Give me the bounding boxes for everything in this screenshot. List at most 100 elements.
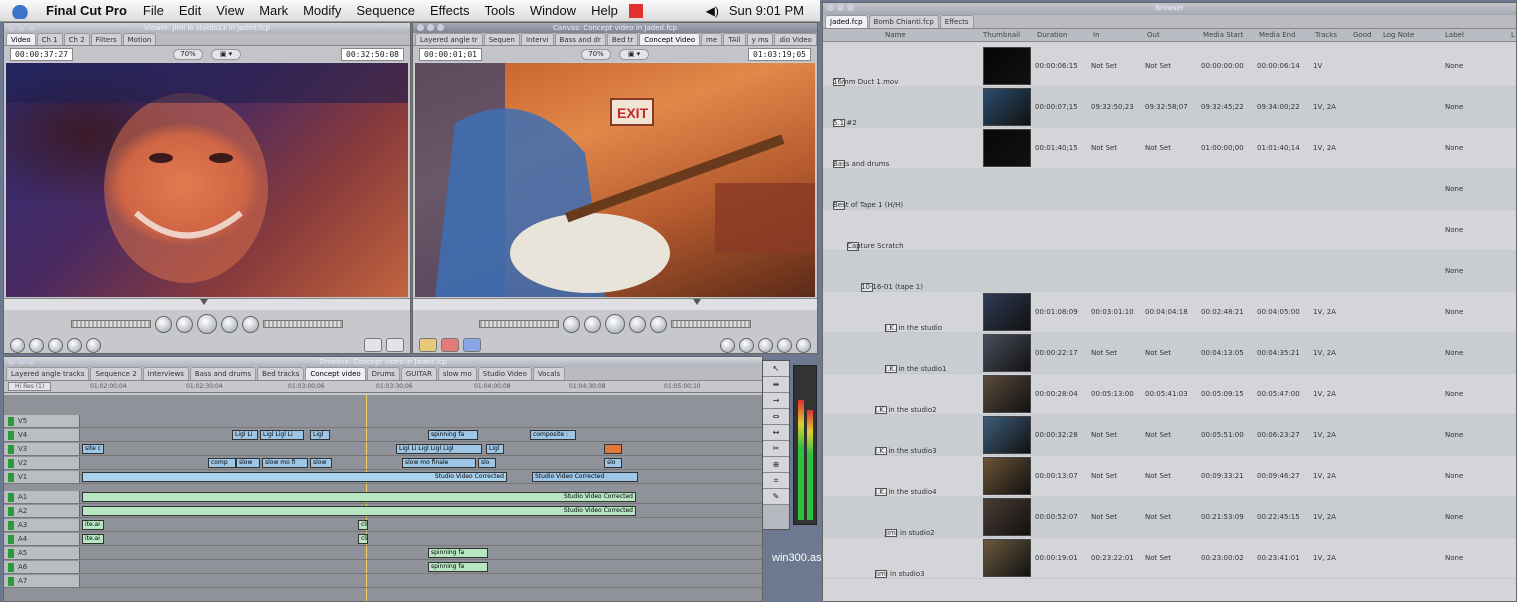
browser-row[interactable]: ▽Best of Tape 1 (H/H)None bbox=[823, 169, 1516, 210]
play-around-icon[interactable] bbox=[629, 315, 646, 333]
browser-row[interactable]: Jimi in studio2 00:00:52:07 Not Set Not Set… bbox=[823, 497, 1516, 538]
apple-icon[interactable] bbox=[10, 2, 30, 19]
timeline-clip[interactable]: comp bbox=[208, 458, 236, 468]
tab-sequence[interactable]: Sequen bbox=[483, 33, 520, 45]
minimize-icon[interactable] bbox=[18, 358, 25, 365]
clip-thumbnail[interactable] bbox=[983, 129, 1031, 167]
tab-interviews[interactable]: Intervi bbox=[520, 33, 554, 45]
mark-in-icon[interactable] bbox=[29, 337, 44, 353]
timeline-clip[interactable]: Ligl Li bbox=[232, 430, 258, 440]
browser-row[interactable]: J.K. in the studio1 00:00:22:17 Not Set Not… bbox=[823, 333, 1516, 374]
clip-thumbnail[interactable] bbox=[983, 457, 1031, 495]
tab-jaded[interactable]: Jaded.fcp bbox=[825, 15, 868, 28]
tab-video[interactable]: Video bbox=[6, 33, 36, 45]
add-marker-icon[interactable] bbox=[777, 337, 792, 353]
minimize-icon[interactable] bbox=[18, 24, 25, 31]
viewer-zoom-popup[interactable]: 70% bbox=[173, 48, 203, 60]
canvas-zoom-popup[interactable]: 70% bbox=[581, 48, 611, 60]
column-header[interactable]: Tracks bbox=[1315, 31, 1337, 39]
timeline-clip[interactable]: ite.ai bbox=[82, 520, 104, 530]
play-around-icon[interactable] bbox=[221, 315, 238, 333]
tab-ch2[interactable]: Ch 2 bbox=[63, 33, 90, 45]
tab-drums[interactable]: Drums bbox=[366, 367, 400, 380]
timeline-clip[interactable] bbox=[604, 444, 622, 454]
browser-row[interactable]: ▽Capture ScratchNone bbox=[823, 210, 1516, 251]
edit-select-tool-icon[interactable]: ⇹ bbox=[763, 377, 789, 393]
tab-bass-drums[interactable]: Bass and dr bbox=[554, 33, 606, 45]
viewer-duration-tc[interactable]: 00:00:37:27 bbox=[10, 47, 73, 61]
selection-tool-icon[interactable]: ↖ bbox=[763, 361, 789, 377]
menu-window[interactable]: Window bbox=[530, 3, 576, 18]
timeline-clip[interactable]: spinning fa bbox=[428, 562, 488, 572]
timeline-clip[interactable]: Studio Video Corrected bbox=[82, 492, 636, 502]
viewer-playhead[interactable] bbox=[200, 299, 208, 305]
column-header[interactable]: L bbox=[1511, 31, 1515, 39]
tab-bed-tracks[interactable]: Bed tracks bbox=[257, 367, 305, 380]
viewer-current-tc[interactable]: 00:32:50:08 bbox=[341, 47, 404, 61]
play-in-out-icon[interactable] bbox=[584, 315, 601, 333]
timeline-clip[interactable]: Ligl bbox=[486, 444, 504, 454]
canvas-current-tc[interactable]: 01:03:19;05 bbox=[748, 47, 811, 61]
viewer-titlebar[interactable]: Viewer: Jimi in studio11 in Jaded.fcp bbox=[4, 23, 410, 33]
tab-slow-mo[interactable]: slow mo bbox=[437, 367, 477, 380]
menu-view[interactable]: View bbox=[216, 3, 244, 18]
column-header[interactable]: Media End bbox=[1259, 31, 1296, 39]
menu-sequence[interactable]: Sequence bbox=[356, 3, 415, 18]
timeline-clip[interactable]: Studio Video Corrected bbox=[82, 506, 636, 516]
app-menu[interactable]: Final Cut Pro bbox=[46, 3, 127, 18]
canvas-scrubber[interactable] bbox=[413, 298, 817, 310]
clip-thumbnail[interactable] bbox=[983, 334, 1031, 372]
canvas-playhead[interactable] bbox=[693, 299, 701, 305]
tab-me[interactable]: me bbox=[701, 33, 723, 45]
tab-bed-tracks[interactable]: Bed tr bbox=[606, 33, 639, 45]
column-header[interactable]: Log Note bbox=[1383, 31, 1414, 39]
menu-effects[interactable]: Effects bbox=[430, 3, 470, 18]
canvas-shuttle[interactable] bbox=[479, 320, 559, 328]
timeline-clip[interactable]: ite.ai bbox=[82, 534, 104, 544]
minimize-icon[interactable] bbox=[427, 24, 434, 31]
menu-help[interactable]: Help bbox=[591, 3, 618, 18]
timeline-clip[interactable]: spinning fa bbox=[428, 548, 488, 558]
menu-mark[interactable]: Mark bbox=[259, 3, 288, 18]
play-in-out-icon[interactable] bbox=[176, 315, 193, 333]
keyframe-icon[interactable] bbox=[796, 337, 811, 353]
tab-filters[interactable]: Filters bbox=[90, 33, 122, 45]
close-icon[interactable] bbox=[8, 358, 15, 365]
timeline-clip[interactable]: Studio Video Corrected bbox=[532, 472, 638, 482]
tab-bomb-chianti[interactable]: Bomb Chianti.fcp bbox=[868, 15, 939, 28]
play-icon[interactable] bbox=[605, 314, 625, 334]
match-frame-icon[interactable] bbox=[10, 337, 25, 353]
overwrite-edit-icon[interactable] bbox=[441, 338, 459, 352]
timeline-clip[interactable]: cli bbox=[358, 534, 368, 544]
timeline-clip[interactable]: slo bbox=[604, 458, 622, 468]
pen-tool-icon[interactable]: ✎ bbox=[763, 489, 789, 505]
zoom-icon[interactable] bbox=[847, 4, 854, 11]
tab-ch1[interactable]: Ch 1 bbox=[36, 33, 63, 45]
clip-thumbnail[interactable] bbox=[983, 88, 1031, 126]
quality-popup[interactable]: Hi Res (1) bbox=[8, 382, 52, 391]
insert-edit-icon[interactable] bbox=[419, 338, 437, 352]
close-icon[interactable] bbox=[8, 24, 15, 31]
next-edit-icon[interactable] bbox=[242, 315, 259, 333]
tab-layered-angle[interactable]: Layered angle tr bbox=[415, 33, 483, 45]
razor-tool-icon[interactable]: ✂ bbox=[763, 441, 789, 457]
tab-guitar[interactable]: GUITAR bbox=[400, 367, 437, 380]
close-icon[interactable] bbox=[827, 4, 834, 11]
clip-thumbnail[interactable] bbox=[983, 539, 1031, 577]
tab-vocals[interactable]: Vocals bbox=[532, 367, 566, 380]
recent-clips-icon[interactable] bbox=[364, 338, 382, 352]
viewer-scrubber[interactable] bbox=[4, 298, 410, 310]
clip-thumbnail[interactable] bbox=[983, 47, 1031, 85]
column-header[interactable]: Out bbox=[1147, 31, 1160, 39]
timeline-clip[interactable]: slow mo fi bbox=[262, 458, 308, 468]
menu-tools[interactable]: Tools bbox=[484, 3, 514, 18]
timeline-clip[interactable]: Studio Video Corrected bbox=[82, 472, 507, 482]
browser-row[interactable]: J.K. in the studio 00:01:08:09 00:03:01:10… bbox=[823, 292, 1516, 333]
tab-concept-video[interactable]: Concept video bbox=[305, 367, 366, 380]
canvas-titlebar[interactable]: Canvas: Concept video in Jaded.fcp bbox=[413, 23, 817, 33]
clip-thumbnail[interactable] bbox=[983, 375, 1031, 413]
desktop-label[interactable]: win300.as bbox=[772, 552, 822, 564]
keyframe-icon[interactable] bbox=[86, 337, 101, 353]
canvas-jog[interactable] bbox=[671, 320, 751, 328]
tab-studio-video[interactable]: dio Video bbox=[774, 33, 817, 45]
